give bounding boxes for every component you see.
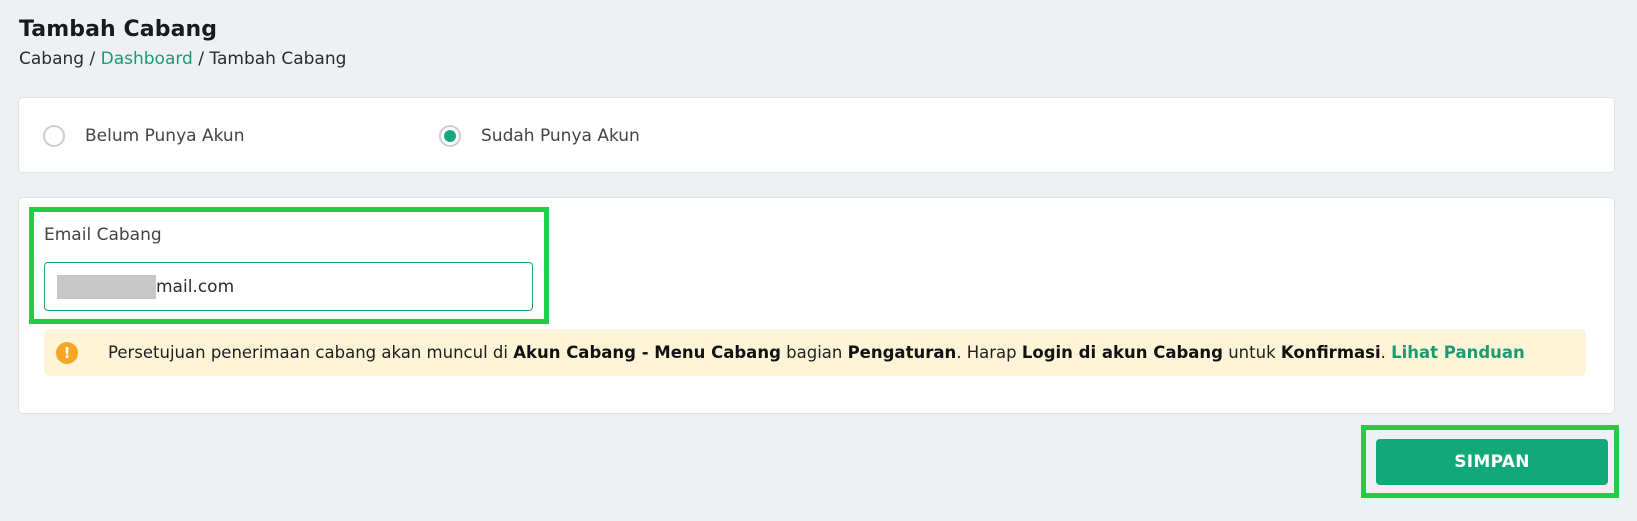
radio-unchecked-icon[interactable] bbox=[43, 125, 65, 147]
lihat-panduan-link[interactable]: Lihat Panduan bbox=[1391, 343, 1525, 362]
breadcrumb-item-current: Tambah Cabang bbox=[209, 49, 347, 69]
redacted-block bbox=[57, 274, 156, 299]
breadcrumb-item-cabang[interactable]: Cabang bbox=[19, 49, 84, 69]
page-title: Tambah Cabang bbox=[19, 17, 218, 42]
breadcrumb: Cabang / Dashboard / Tambah Cabang bbox=[19, 49, 346, 69]
email-cabang-input[interactable]: mail.com bbox=[44, 262, 533, 311]
breadcrumb-separator: / bbox=[198, 49, 210, 69]
radio-label-sudah: Sudah Punya Akun bbox=[481, 126, 640, 146]
info-alert: ! Persetujuan penerimaan cabang akan mun… bbox=[44, 329, 1586, 376]
account-type-card: Belum Punya Akun Sudah Punya Akun bbox=[18, 97, 1615, 173]
radio-belum-punya-akun[interactable]: Belum Punya Akun bbox=[43, 98, 244, 174]
breadcrumb-separator: / bbox=[89, 49, 101, 69]
radio-checked-icon[interactable] bbox=[439, 125, 461, 147]
radio-sudah-punya-akun[interactable]: Sudah Punya Akun bbox=[439, 98, 640, 174]
email-value: mail.com bbox=[156, 276, 235, 297]
radio-label-belum: Belum Punya Akun bbox=[85, 126, 245, 146]
exclamation-icon: ! bbox=[56, 341, 78, 364]
breadcrumb-item-dashboard[interactable]: Dashboard bbox=[101, 49, 193, 69]
save-button[interactable]: SIMPAN bbox=[1376, 439, 1608, 485]
email-cabang-label: Email Cabang bbox=[44, 225, 162, 245]
radio-dot bbox=[444, 130, 456, 142]
alert-text: Persetujuan penerimaan cabang akan muncu… bbox=[108, 343, 1525, 362]
